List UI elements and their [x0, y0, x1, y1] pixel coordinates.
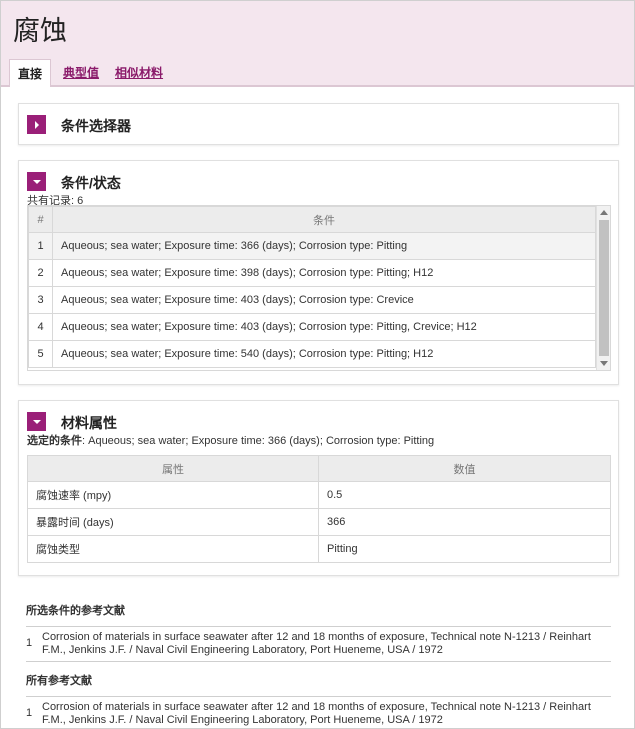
page-title: 腐蚀: [13, 16, 67, 47]
table-row[interactable]: 5 Aqueous; sea water; Exposure time: 540…: [28, 340, 596, 368]
list-item: 1 Corrosion of materials in surface seaw…: [26, 631, 591, 656]
properties-table: 属性 数值 腐蚀速率 (mpy) 0.5 暴露时间 (days) 366 腐蚀类…: [27, 455, 611, 563]
table-row[interactable]: 2 Aqueous; sea water; Exposure time: 398…: [28, 259, 596, 287]
scroll-down-icon[interactable]: [600, 361, 608, 366]
table-row: 腐蚀速率 (mpy) 0.5: [27, 481, 611, 509]
table-row: 暴露时间 (days) 366: [27, 508, 611, 536]
table-row[interactable]: 3 Aqueous; sea water; Exposure time: 403…: [28, 286, 596, 314]
selected-condition: 选定的条件: Aqueous; sea water; Exposure time…: [27, 432, 434, 448]
conditions-title: 条件/状态: [61, 175, 121, 191]
expand-arrow-icon[interactable]: [27, 115, 46, 134]
conditions-table-scroll[interactable]: # 条件 1 Aqueous; sea water; Exposure time…: [27, 205, 611, 371]
conditions-panel: 条件/状态 共有记录: 6 # 条件 1 Aqueous; sea water;: [18, 160, 619, 385]
column-header-number: #: [28, 206, 53, 233]
condition-selector-title: 条件选择器: [61, 118, 131, 134]
all-references: 所有参考文献 1 Corrosion of materials in surfa…: [26, 672, 611, 728]
vertical-scrollbar[interactable]: [596, 206, 610, 370]
column-header-value: 数值: [318, 455, 611, 482]
selected-references-title: 所选条件的参考文献: [26, 605, 125, 617]
column-header-property: 属性: [27, 455, 319, 482]
scroll-thumb[interactable]: [599, 220, 609, 356]
page-header: 腐蚀 直接 典型值 相似材料: [1, 1, 634, 87]
condition-selector-panel: 条件选择器: [18, 103, 619, 145]
material-properties-panel: 材料属性 选定的条件: Aqueous; sea water; Exposure…: [18, 400, 619, 576]
tab-direct[interactable]: 直接: [9, 59, 52, 87]
tab-similar-materials[interactable]: 相似材料: [107, 59, 171, 87]
table-row[interactable]: 1 Aqueous; sea water; Exposure time: 366…: [28, 232, 596, 260]
scroll-up-icon[interactable]: [600, 210, 608, 215]
tab-bar: 直接 典型值 相似材料: [9, 59, 171, 87]
conditions-table: # 条件 1 Aqueous; sea water; Exposure time…: [28, 206, 596, 368]
selected-references: 所选条件的参考文献 1 Corrosion of materials in su…: [26, 602, 611, 662]
selected-condition-label: 选定的条件: [27, 435, 82, 447]
table-row: 腐蚀类型 Pitting: [27, 535, 611, 563]
collapse-arrow-icon[interactable]: [27, 172, 46, 191]
column-header-condition: 条件: [52, 206, 596, 233]
page-frame: 腐蚀 直接 典型值 相似材料 条件选择器 条件/状态 共有记录: 6 # 条件 …: [0, 0, 635, 729]
collapse-arrow-icon[interactable]: [27, 412, 46, 431]
all-references-title: 所有参考文献: [26, 675, 92, 687]
material-properties-title: 材料属性: [61, 415, 117, 431]
list-item: 1 Corrosion of materials in surface seaw…: [26, 701, 591, 726]
selected-condition-value: : Aqueous; sea water; Exposure time: 366…: [82, 435, 435, 447]
table-row[interactable]: 4 Aqueous; sea water; Exposure time: 403…: [28, 313, 596, 341]
tab-typical-values[interactable]: 典型值: [55, 59, 107, 87]
